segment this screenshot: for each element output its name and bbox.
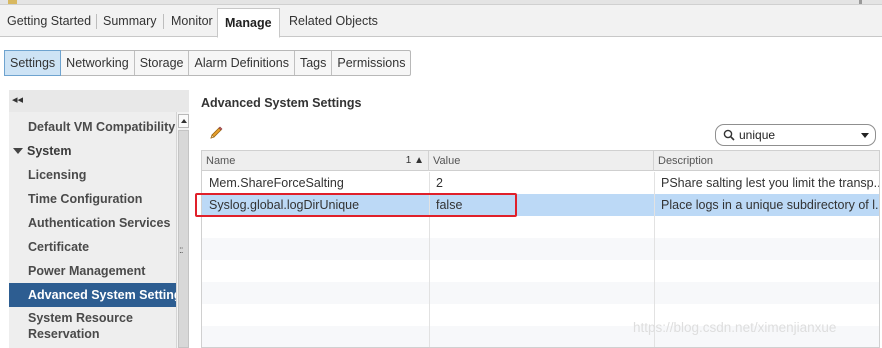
tab-separator [96, 14, 97, 29]
subtab-permissions[interactable]: Permissions [332, 51, 410, 75]
settings-grid: Name 1 ▲ Value Description Mem.ShareForc… [201, 150, 880, 348]
sidebar-item-advanced-system-settings[interactable]: Advanced System Settings [9, 283, 176, 307]
tab-separator [163, 14, 164, 29]
subtab-settings[interactable]: Settings [4, 50, 62, 76]
tab-getting-started[interactable]: Getting Started [7, 5, 91, 37]
column-header-name[interactable]: Name 1 ▲ [202, 151, 429, 171]
search-filter[interactable] [715, 124, 876, 146]
tab-monitor[interactable]: Monitor [171, 5, 213, 37]
sidebar-list: Default VM Compatibility System Licensin… [9, 112, 176, 348]
panel-splitter-handle[interactable]: :: [179, 245, 183, 256]
setting-value: 2 [436, 176, 443, 190]
table-row[interactable]: Mem.ShareForceSalting 2 PShare salting l… [202, 172, 880, 194]
tab-manage[interactable]: Manage [217, 8, 280, 38]
tab-summary[interactable]: Summary [103, 5, 156, 37]
subtab-storage[interactable]: Storage [135, 51, 190, 75]
watermark: https://blog.csdn.net/ximenjianxue [633, 320, 837, 335]
column-header-value[interactable]: Value [429, 151, 654, 171]
sidebar-scrollbar[interactable] [176, 112, 189, 348]
sidebar-item-time-configuration[interactable]: Time Configuration [9, 190, 176, 208]
subtab-tags[interactable]: Tags [295, 51, 333, 75]
expand-caret-icon[interactable] [13, 148, 23, 154]
settings-sidebar: ◂◂ Default VM Compatibility System Licen… [9, 90, 189, 348]
setting-description: Place logs in a unique subdirectory of l… [661, 198, 880, 212]
annotation-highlight-box [195, 193, 517, 217]
main-tab-bar: Getting Started Summary Monitor Manage R… [0, 5, 882, 38]
sidebar-header: ◂◂ [9, 90, 189, 112]
sidebar-item-system[interactable]: System [9, 142, 176, 160]
empty-row [202, 238, 879, 260]
sidebar-item-certificate[interactable]: Certificate [9, 238, 176, 256]
tab-related-objects[interactable]: Related Objects [289, 5, 378, 37]
pencil-icon[interactable] [208, 125, 224, 141]
settings-subtab-bar: Settings Networking Storage Alarm Defini… [4, 50, 412, 76]
sidebar-item-system-resource-reservation[interactable]: System Resource Reservation [9, 310, 176, 342]
sidebar-item-label: System [27, 144, 72, 158]
empty-row [202, 282, 879, 304]
setting-name: Mem.ShareForceSalting [209, 176, 344, 190]
sidebar-item-authentication-services[interactable]: Authentication Services [9, 214, 176, 232]
search-icon [723, 129, 735, 141]
window-control [859, 0, 862, 4]
scrollbar-thumb[interactable] [178, 130, 189, 348]
sidebar-item-default-vm-compatibility[interactable]: Default VM Compatibility [9, 118, 176, 136]
sidebar-item-power-management[interactable]: Power Management [9, 262, 176, 280]
chevron-down-icon[interactable] [861, 133, 869, 138]
window-icon [8, 0, 17, 4]
search-input[interactable] [739, 127, 854, 143]
collapse-sidebar-icon[interactable]: ◂◂ [12, 93, 23, 106]
scroll-up-arrow-icon[interactable] [178, 114, 189, 128]
setting-description: PShare salting lest you limit the transp… [661, 176, 880, 190]
sort-ascending-icon[interactable]: 1 ▲ [406, 151, 424, 171]
sidebar-item-licensing[interactable]: Licensing [9, 166, 176, 184]
subtab-alarm-definitions[interactable]: Alarm Definitions [189, 51, 295, 75]
column-header-description[interactable]: Description [654, 151, 879, 171]
grid-header: Name 1 ▲ Value Description [202, 151, 879, 171]
page-title: Advanced System Settings [201, 96, 362, 110]
subtab-networking[interactable]: Networking [61, 51, 135, 75]
